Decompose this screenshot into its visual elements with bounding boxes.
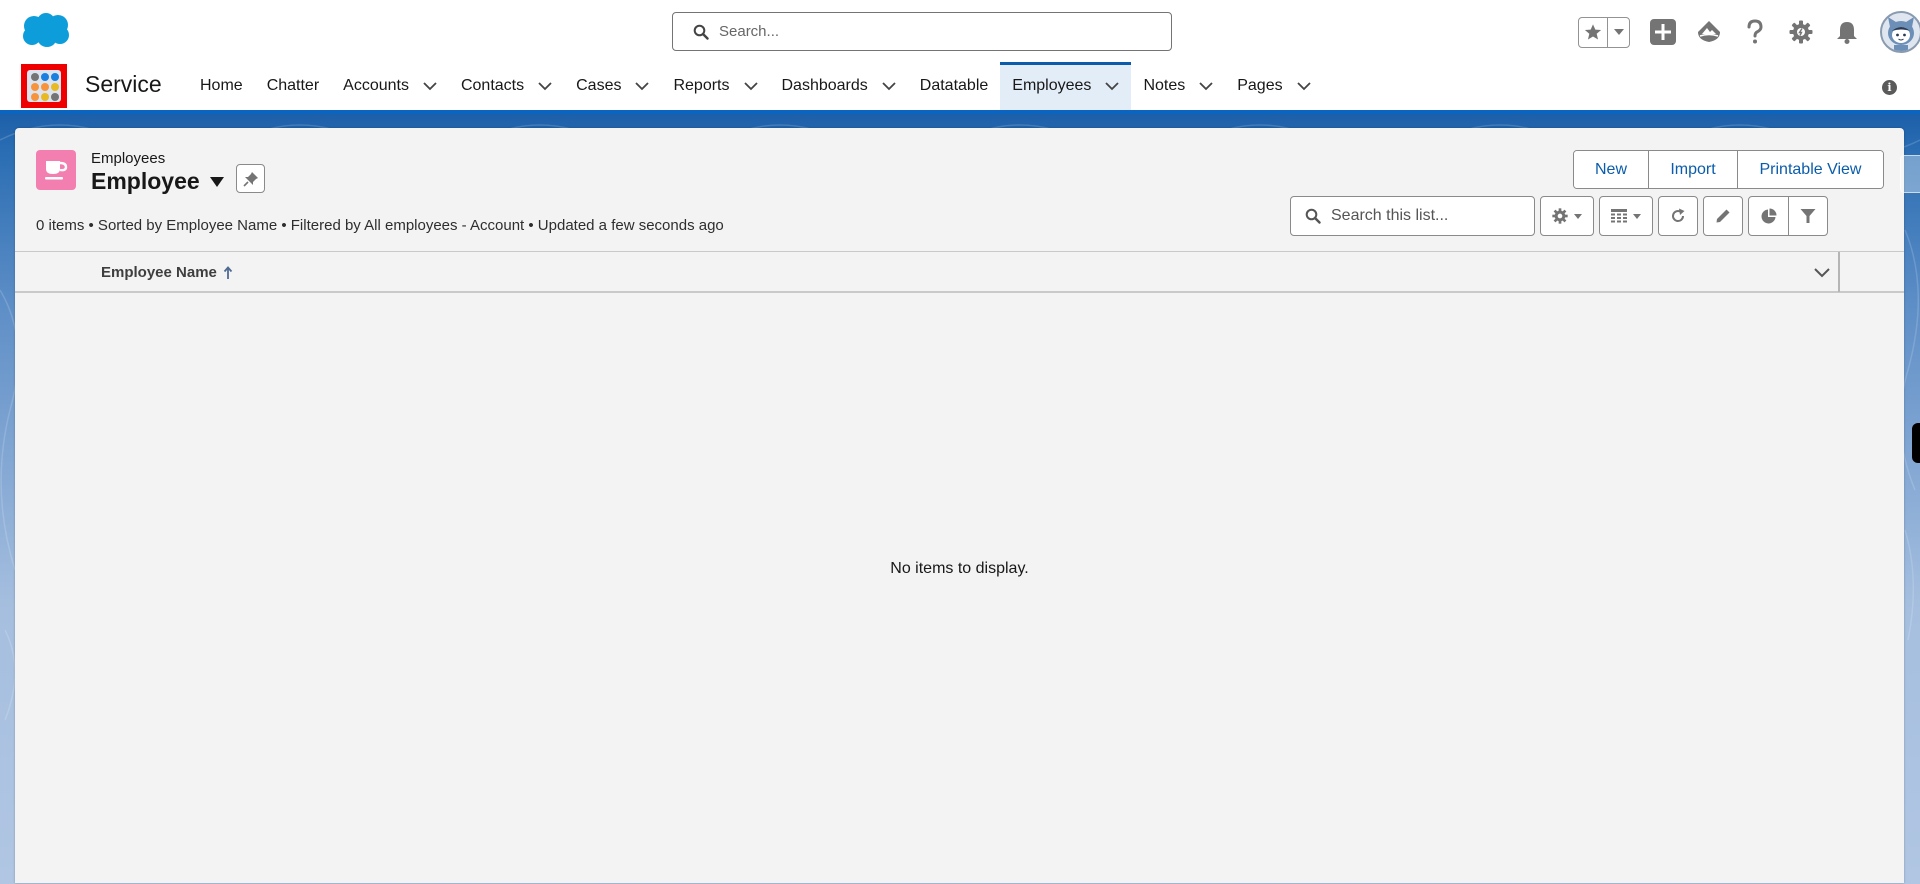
list-view-selector[interactable]: Employee	[91, 168, 224, 195]
app-launcher-grid-icon	[27, 70, 61, 102]
display-as-button[interactable]	[1599, 196, 1653, 236]
list-view-toolbar	[1290, 196, 1828, 236]
employee-object-icon	[36, 150, 76, 190]
search-icon	[693, 24, 709, 40]
global-header	[0, 0, 1920, 62]
user-avatar[interactable]	[1880, 11, 1920, 53]
filter-icon	[1800, 209, 1816, 223]
help-icon[interactable]	[1742, 19, 1768, 45]
pin-icon	[242, 171, 258, 187]
sort-ascending-arrow-icon	[223, 265, 233, 279]
printable-view-button[interactable]: Printable View	[1737, 151, 1883, 188]
list-view-meta: 0 items • Sorted by Employee Name • Filt…	[36, 217, 724, 234]
new-button[interactable]: New	[1574, 151, 1648, 188]
nav-item-pages[interactable]: Pages	[1225, 62, 1322, 110]
import-button[interactable]: Import	[1648, 151, 1737, 188]
list-search-box[interactable]	[1290, 196, 1535, 236]
column-resize-divider[interactable]	[1838, 252, 1840, 292]
favorites-star-icon[interactable]	[1579, 17, 1608, 47]
list-search-input[interactable]	[1331, 207, 1531, 225]
list-view-title: Employee	[91, 168, 200, 194]
column-actions-chevron-icon[interactable]	[1814, 268, 1830, 278]
favorites-dropdown-icon[interactable]	[1608, 18, 1629, 47]
filter-button[interactable]	[1788, 197, 1827, 235]
notifications-bell-icon[interactable]	[1834, 19, 1860, 45]
nav-item-datatable[interactable]: Datatable	[908, 62, 1001, 110]
pin-list-view-button[interactable]	[236, 164, 265, 193]
nav-item-label: Chatter	[266, 77, 320, 94]
nav-item-label: Dashboards	[781, 77, 868, 94]
nav-item-dashboards[interactable]: Dashboards	[770, 62, 908, 110]
salesforce-cloud-logo[interactable]	[20, 12, 72, 48]
nav-item-label: Home	[200, 77, 243, 94]
list-view-card: Employees Employee 0 items • Sorted by E…	[15, 128, 1904, 883]
list-actions-button-group: New Import Printable View	[1573, 150, 1884, 189]
global-search-input[interactable]	[719, 23, 1139, 40]
setup-gear-icon[interactable]	[1788, 19, 1814, 45]
side-drawer-handle[interactable]	[1912, 423, 1920, 463]
info-icon[interactable]: i	[1882, 80, 1897, 95]
nav-item-label: Pages	[1237, 77, 1283, 94]
global-actions-plus-icon[interactable]	[1650, 19, 1676, 45]
caret-down-icon	[1574, 213, 1582, 219]
table-icon	[1611, 208, 1627, 222]
column-label: Employee Name	[101, 264, 217, 281]
refresh-icon	[1672, 208, 1685, 222]
chevron-down-icon[interactable]	[882, 81, 896, 91]
chevron-down-icon[interactable]	[1199, 81, 1213, 91]
pie-chart-icon	[1761, 208, 1777, 223]
nav-item-label: Datatable	[919, 77, 989, 94]
chevron-down-icon[interactable]	[635, 81, 650, 91]
object-label: Employees	[91, 150, 166, 167]
gear-icon	[1552, 208, 1568, 224]
chevron-down-icon[interactable]	[1296, 81, 1311, 91]
nav-item-notes[interactable]: Notes	[1131, 62, 1225, 110]
trailhead-icon[interactable]	[1696, 19, 1722, 45]
table-header: Employee Name	[15, 251, 1904, 293]
edit-list-button[interactable]	[1703, 196, 1743, 236]
app-name: Service	[85, 71, 162, 97]
nav-item-label: Notes	[1143, 77, 1186, 94]
utility-panel-toggle[interactable]	[1900, 155, 1920, 193]
chevron-down-icon[interactable]	[423, 81, 437, 91]
column-header-employee-name[interactable]: Employee Name	[101, 264, 233, 281]
nav-item-accounts[interactable]: Accounts	[331, 62, 449, 110]
nav-item-home[interactable]: Home	[188, 62, 255, 110]
chart-filter-button-group	[1748, 196, 1828, 236]
chevron-down-icon[interactable]	[1105, 81, 1120, 91]
chevron-down-icon[interactable]	[743, 81, 758, 91]
charts-button[interactable]	[1749, 197, 1788, 235]
app-navigation-bar: Service Home Chatter Accounts Contacts C…	[0, 62, 1920, 110]
global-search-box[interactable]	[672, 12, 1172, 51]
nav-item-label: Accounts	[343, 77, 409, 94]
nav-item-label: Reports	[673, 77, 730, 94]
nav-item-label: Employees	[1012, 77, 1092, 94]
nav-item-label: Contacts	[460, 77, 525, 94]
empty-state-message: No items to display.	[890, 560, 1029, 577]
favorites-button-group	[1578, 16, 1630, 48]
nav-item-reports[interactable]: Reports	[661, 62, 769, 110]
utility-icons	[1578, 11, 1920, 53]
caret-down-icon[interactable]	[209, 176, 224, 187]
app-launcher-button[interactable]	[21, 64, 67, 108]
pencil-icon	[1716, 209, 1730, 223]
chevron-down-icon[interactable]	[538, 81, 552, 91]
list-view-controls-button[interactable]	[1540, 196, 1594, 236]
nav-item-contacts[interactable]: Contacts	[449, 62, 564, 110]
nav-item-label: Cases	[576, 77, 622, 94]
nav-items: Home Chatter Accounts Contacts Cases Rep…	[188, 62, 1323, 110]
nav-item-chatter[interactable]: Chatter	[255, 62, 331, 110]
search-icon	[1305, 208, 1321, 224]
refresh-button[interactable]	[1658, 196, 1698, 236]
caret-down-icon	[1633, 213, 1641, 219]
nav-item-employees[interactable]: Employees	[1000, 62, 1132, 110]
nav-item-cases[interactable]: Cases	[564, 62, 661, 110]
